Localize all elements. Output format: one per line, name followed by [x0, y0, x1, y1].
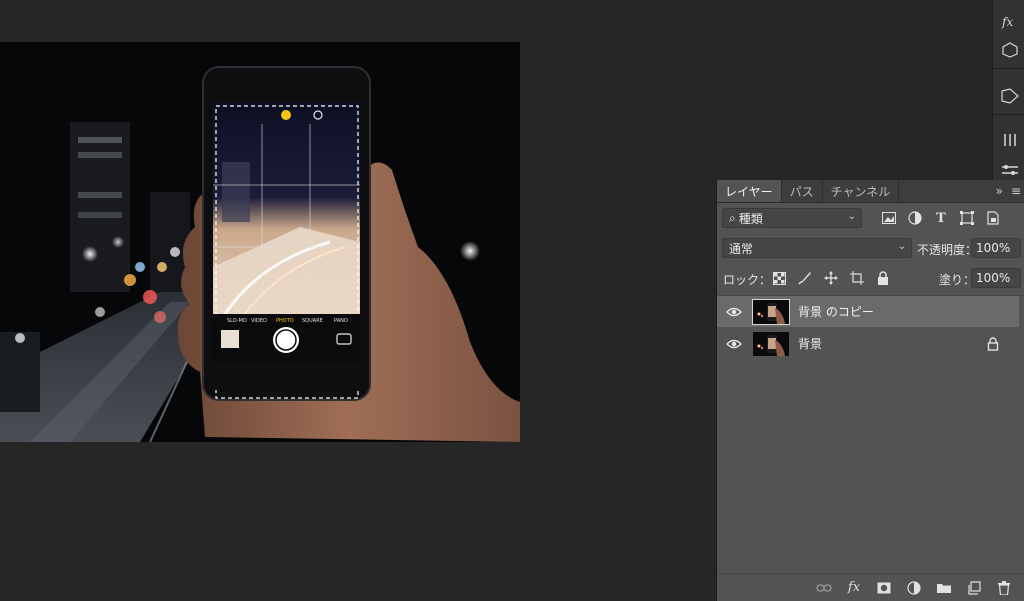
layer-name[interactable]: 背景	[798, 335, 822, 352]
filter-pixel-icon[interactable]	[881, 210, 897, 226]
collapse-panel-button[interactable]: »	[996, 184, 1003, 198]
svg-text:SQUARE: SQUARE	[302, 318, 323, 324]
cube-icon[interactable]	[997, 38, 1023, 62]
tab-channels[interactable]: チャンネル	[823, 180, 900, 202]
layer-row-background-copy[interactable]: 背景 のコピー	[717, 296, 1019, 327]
filter-kind-label: 種類	[738, 211, 763, 226]
lock-label: ロック：	[723, 273, 772, 287]
layer-row-background[interactable]: 背景	[717, 328, 1019, 359]
tab-paths[interactable]: パス	[782, 180, 823, 202]
trash-icon[interactable]	[995, 579, 1013, 597]
eye-icon[interactable]	[726, 306, 742, 318]
tab-layers[interactable]: レイヤー	[717, 180, 782, 202]
eye-icon[interactable]	[726, 338, 742, 350]
opacity-input[interactable]: 100%	[971, 238, 1021, 258]
svg-text:PANO: PANO	[334, 318, 348, 324]
fill-label: 塗り：	[939, 273, 976, 287]
opacity-label: 不透明度：	[917, 243, 978, 257]
chevron-down-icon: ⌄	[897, 241, 906, 252]
filter-adjustment-icon[interactable]	[907, 210, 923, 226]
filter-shape-icon[interactable]	[959, 210, 975, 226]
properties-icon[interactable]	[997, 158, 1023, 182]
brush-settings-icon[interactable]	[997, 128, 1023, 152]
fill-input[interactable]: 100%	[971, 268, 1021, 288]
svg-text:PHOTO: PHOTO	[276, 318, 294, 324]
adjustments-icon[interactable]	[997, 84, 1023, 108]
link-layers-icon[interactable]	[815, 579, 833, 597]
lock-image-pixels-icon[interactable]	[797, 270, 813, 286]
search-icon: ⌕	[729, 210, 736, 225]
filter-kind-select[interactable]: ⌕ 種類 ⌄	[722, 208, 862, 228]
layer-thumbnail	[753, 331, 789, 356]
night-photo-illustration: SLO-MO VIDEO PHOTO SQUARE PANO	[0, 42, 520, 442]
new-group-folder-icon[interactable]	[935, 579, 953, 597]
filter-row: ⌕ 種類 ⌄ T	[717, 203, 1024, 233]
layers-panel-footer: fx	[717, 573, 1024, 601]
add-mask-icon[interactable]	[875, 579, 893, 597]
layers-panel: レイヤー パス チャンネル » ≡ ⌕ 種類 ⌄ T 通常 ⌄ 不透明度： 10…	[716, 180, 1024, 601]
document-image[interactable]: SLO-MO VIDEO PHOTO SQUARE PANO	[0, 42, 520, 442]
panel-menu-button[interactable]: ≡	[1011, 184, 1021, 198]
filter-type-icon[interactable]: T	[933, 210, 949, 226]
lock-artboard-icon[interactable]	[849, 270, 865, 286]
lock-transparent-pixels-icon[interactable]	[771, 270, 787, 286]
layers-panel-tabbar: レイヤー パス チャンネル » ≡	[717, 180, 1024, 203]
chevron-down-icon: ⌄	[847, 211, 856, 222]
layer-style-fx-icon[interactable]: fx	[845, 579, 863, 597]
layer-name[interactable]: 背景 のコピー	[798, 303, 874, 320]
lock-row: ロック： 塗り： 100%	[717, 263, 1024, 293]
svg-text:VIDEO: VIDEO	[251, 318, 267, 324]
new-adjustment-layer-icon[interactable]	[905, 579, 923, 597]
blend-mode-select[interactable]: 通常 ⌄	[722, 238, 912, 258]
blend-row: 通常 ⌄ 不透明度： 100%	[717, 233, 1024, 263]
svg-text:SLO-MO: SLO-MO	[227, 318, 247, 324]
lock-icon	[987, 336, 999, 351]
filter-smart-object-icon[interactable]	[985, 210, 1001, 226]
blend-mode-label: 通常	[729, 241, 754, 256]
lock-all-icon[interactable]	[875, 270, 891, 286]
lock-position-icon[interactable]	[823, 270, 839, 286]
layer-thumbnail	[752, 298, 790, 325]
svg-text:fx: fx	[1001, 15, 1013, 29]
new-layer-icon[interactable]	[965, 579, 983, 597]
libraries-icon[interactable]: fx	[997, 10, 1023, 34]
